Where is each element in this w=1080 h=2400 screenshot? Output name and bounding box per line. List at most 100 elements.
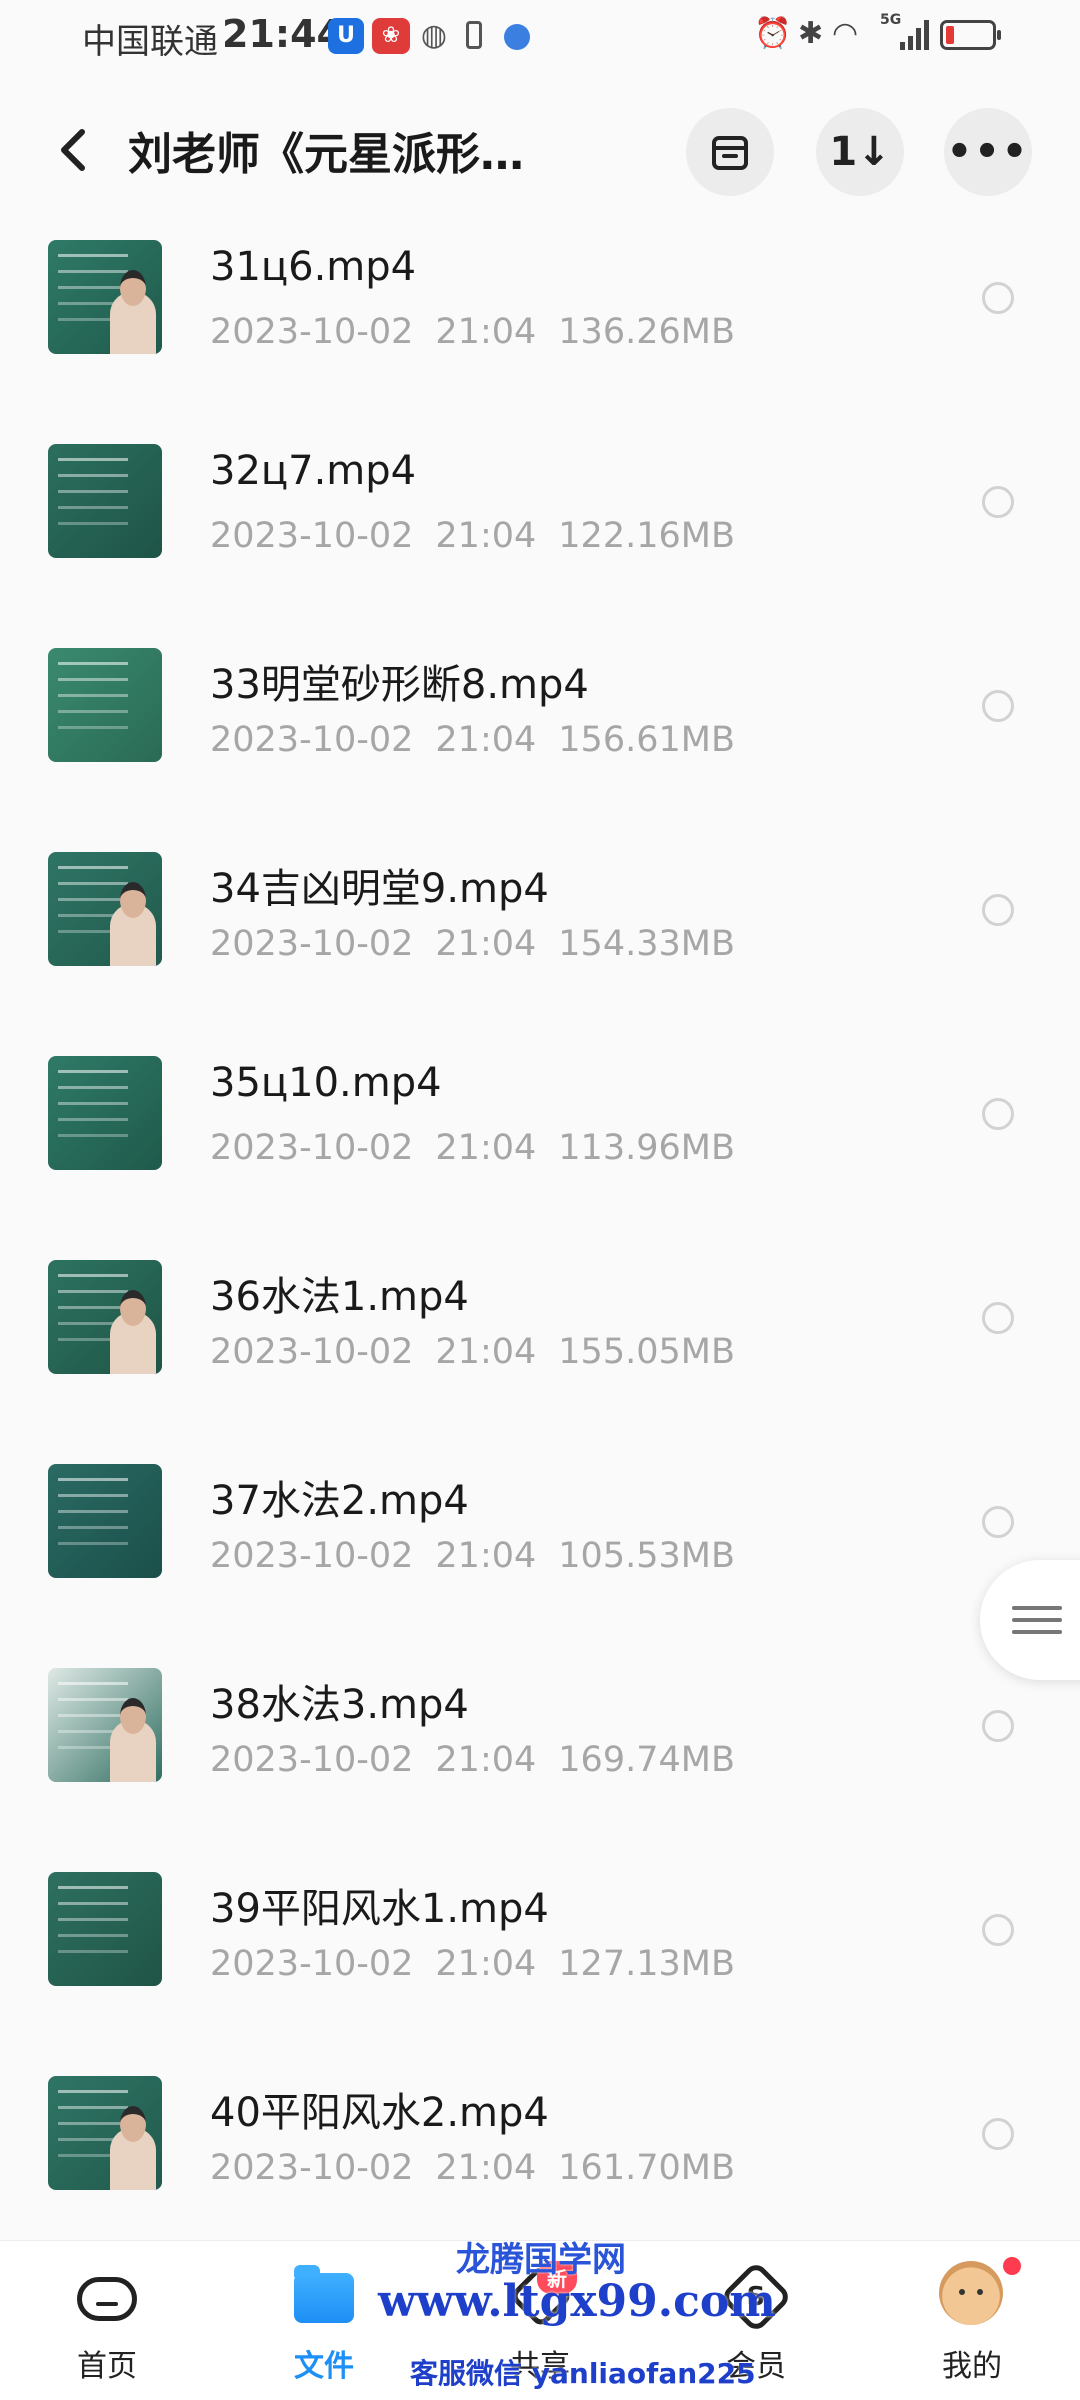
folder-icon [294, 2265, 354, 2323]
header: 刘老师《元星派形… 1↓ ••• [0, 96, 1080, 208]
file-meta: 2023-10-02 21:04 105.53MB [210, 1536, 757, 1576]
page-title: 刘老师《元星派形… [128, 129, 524, 180]
file-date: 2023-10-02 [210, 1128, 414, 1168]
file-size: 127.13MB [558, 1944, 735, 1984]
wifi-icon: ◠ [832, 16, 859, 51]
nav-files[interactable]: 文件 [249, 2261, 399, 2391]
network-type: 5G [880, 12, 902, 28]
file-meta: 2023-10-02 21:04 155.05MB [210, 1332, 757, 1372]
video-thumbnail [48, 1260, 162, 1374]
file-row[interactable]: 33明堂砂形断8.mp4 2023-10-02 21:04 156.61MB [0, 638, 1080, 842]
file-date: 2023-10-02 [210, 312, 414, 352]
select-checkbox[interactable] [982, 894, 1014, 926]
watermark-brand: 龙腾国学网 [456, 2240, 626, 2280]
file-name: 36水法1.mp4 [210, 1274, 469, 1320]
sort-button[interactable]: 1↓ [816, 108, 904, 196]
select-checkbox[interactable] [982, 282, 1014, 314]
file-name: 37水法2.mp4 [210, 1478, 469, 1524]
wechat-icon: ◍ [420, 18, 448, 53]
nav-home-label: 首页 [77, 2349, 137, 2384]
menu-icon [1012, 1606, 1062, 1610]
file-time: 21:04 [435, 516, 537, 556]
file-size: 122.16MB [558, 516, 735, 556]
file-name: 39平阳风水1.mp4 [210, 1886, 549, 1932]
file-time: 21:04 [435, 1536, 537, 1576]
file-time: 21:04 [435, 2148, 537, 2188]
file-meta: 2023-10-02 21:04 136.26MB [210, 312, 757, 352]
file-size: 113.96MB [558, 1128, 735, 1168]
notification-app-icon: ❀ [372, 18, 410, 54]
alarm-icon: ⏰ [754, 16, 792, 51]
video-thumbnail [48, 240, 162, 354]
video-thumbnail [48, 852, 162, 966]
nav-me[interactable]: 我的 [897, 2257, 1047, 2391]
file-time: 21:04 [435, 720, 537, 760]
file-row[interactable]: 31ц6.mp4 2023-10-02 21:04 136.26MB [0, 230, 1080, 434]
file-meta: 2023-10-02 21:04 156.61MB [210, 720, 757, 760]
select-checkbox[interactable] [982, 1302, 1014, 1334]
notification-dot [1003, 2257, 1021, 2275]
status-bar: 中国联通 21:44 U ❀ ◍ ⏰ ✱ ◠ 5G [0, 0, 1080, 72]
file-date: 2023-10-02 [210, 720, 414, 760]
file-size: 161.70MB [558, 2148, 735, 2188]
file-meta: 2023-10-02 21:04 154.33MB [210, 924, 757, 964]
select-checkbox[interactable] [982, 2118, 1014, 2150]
file-meta: 2023-10-02 21:04 161.70MB [210, 2148, 757, 2188]
file-time: 21:04 [435, 924, 537, 964]
select-checkbox[interactable] [982, 1710, 1014, 1742]
nav-me-label: 我的 [942, 2349, 1002, 2384]
more-icon: ••• [946, 129, 1030, 175]
file-meta: 2023-10-02 21:04 127.13MB [210, 1944, 757, 1984]
file-time: 21:04 [435, 1740, 537, 1780]
nav-home[interactable]: 首页 [32, 2261, 182, 2391]
file-row[interactable]: 39平阳风水1.mp4 2023-10-02 21:04 127.13MB [0, 1862, 1080, 2066]
avatar-icon [939, 2261, 1003, 2325]
more-button[interactable]: ••• [944, 108, 1032, 196]
file-date: 2023-10-02 [210, 1536, 414, 1576]
video-thumbnail [48, 1464, 162, 1578]
video-thumbnail [48, 648, 162, 762]
file-size: 156.61MB [558, 720, 735, 760]
file-meta: 2023-10-02 21:04 113.96MB [210, 1128, 757, 1168]
file-name: 40平阳风水2.mp4 [210, 2090, 549, 2136]
file-row[interactable]: 35ц10.mp4 2023-10-02 21:04 113.96MB [0, 1046, 1080, 1250]
watermark-contact: 客服微信 yanliaofan225 [410, 2357, 756, 2390]
file-row[interactable]: 32ц7.mp4 2023-10-02 21:04 122.16MB [0, 434, 1080, 638]
sort-icon: 1↓ [829, 129, 891, 175]
file-time: 21:04 [435, 1332, 537, 1372]
file-row[interactable]: 34吉凶明堂9.mp4 2023-10-02 21:04 154.33MB [0, 842, 1080, 1046]
file-size: 154.33MB [558, 924, 735, 964]
file-date: 2023-10-02 [210, 924, 414, 964]
chevron-left-icon [61, 129, 85, 171]
select-checkbox[interactable] [982, 1506, 1014, 1538]
file-meta: 2023-10-02 21:04 169.74MB [210, 1740, 757, 1780]
nav-files-label: 文件 [294, 2349, 354, 2384]
file-time: 21:04 [435, 1944, 537, 1984]
file-name: 32ц7.mp4 [210, 448, 417, 494]
cloud-icon [77, 2277, 137, 2321]
file-date: 2023-10-02 [210, 2148, 414, 2188]
clock: 21:44 [222, 12, 343, 56]
file-row[interactable]: 37水法2.mp4 2023-10-02 21:04 105.53MB [0, 1454, 1080, 1658]
video-thumbnail [48, 444, 162, 558]
select-checkbox[interactable] [982, 1098, 1014, 1130]
file-name: 35ц10.mp4 [210, 1060, 442, 1106]
file-list: 31ц6.mp4 2023-10-02 21:04 136.26MB 32ц7.mp4 2… [0, 230, 1080, 2270]
video-thumbnail [48, 1668, 162, 1782]
globe-icon [500, 18, 536, 54]
file-size: 136.26MB [558, 312, 735, 352]
notification-app-icon: U [328, 18, 364, 54]
select-checkbox[interactable] [982, 486, 1014, 518]
file-date: 2023-10-02 [210, 1332, 414, 1372]
file-size: 169.74MB [558, 1740, 735, 1780]
select-checkbox[interactable] [982, 1914, 1014, 1946]
file-row[interactable]: 38水法3.mp4 2023-10-02 21:04 169.74MB [0, 1658, 1080, 1862]
video-thumbnail [48, 1056, 162, 1170]
file-row[interactable]: 36水法1.mp4 2023-10-02 21:04 155.05MB [0, 1250, 1080, 1454]
file-name: 33明堂砂形断8.mp4 [210, 662, 589, 708]
archive-button[interactable] [686, 108, 774, 196]
video-thumbnail [48, 2076, 162, 2190]
signal-icon [900, 18, 932, 50]
back-button[interactable] [46, 120, 106, 180]
select-checkbox[interactable] [982, 690, 1014, 722]
